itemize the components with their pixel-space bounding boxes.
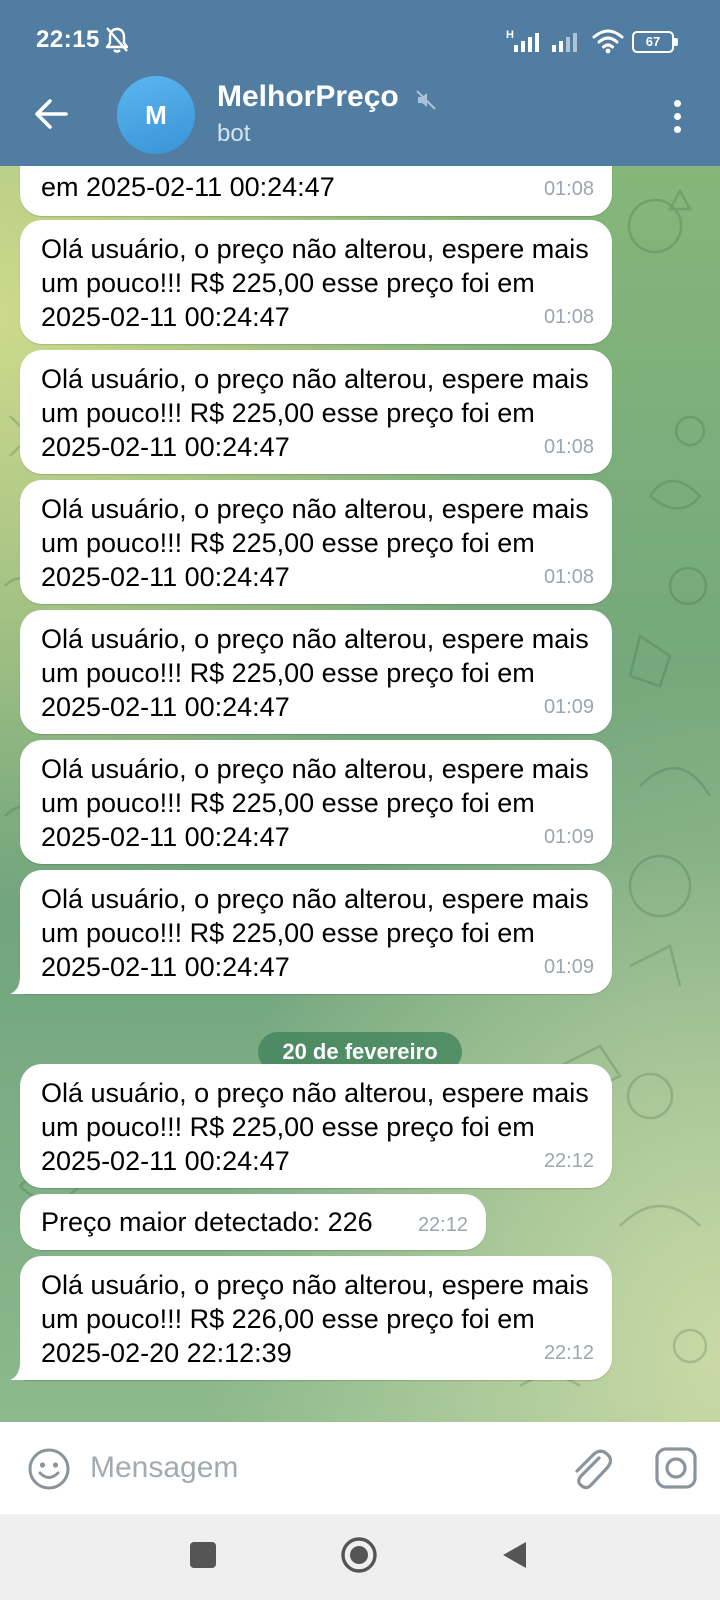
message-bubble[interactable]: em 2025-02-11 00:24:47 01:08: [20, 166, 612, 216]
bubble-tail: [10, 1362, 26, 1380]
message-bubble[interactable]: Olá usuário, o preço não alterou, espere…: [20, 1064, 612, 1188]
message-time: 01:08: [543, 566, 594, 588]
back-icon[interactable]: [500, 1540, 528, 1570]
message-bubble[interactable]: Olá usuário, o preço não alterou, espere…: [20, 220, 612, 344]
attach-icon[interactable]: [566, 1444, 612, 1494]
message-time: 01:09: [543, 826, 594, 848]
camera-icon[interactable]: [654, 1446, 698, 1490]
chat-subtitle: bot: [217, 120, 251, 147]
message-composer: [0, 1422, 720, 1514]
message-text: Olá usuário, o preço não alterou, espere…: [41, 884, 589, 982]
message-time: 01:09: [543, 696, 594, 718]
message-text: Olá usuário, o preço não alterou, espere…: [41, 754, 589, 852]
message-text: Olá usuário, o preço não alterou, espere…: [41, 364, 589, 462]
message-list[interactable]: em 2025-02-11 00:24:47 01:08 Olá usuário…: [0, 166, 720, 1422]
message-time: 01:08: [543, 436, 594, 458]
message-text: Olá usuário, o preço não alterou, espere…: [41, 1270, 589, 1368]
back-arrow-icon[interactable]: [30, 92, 74, 136]
message-time: 22:12: [543, 1150, 594, 1172]
message-text: Olá usuário, o preço não alterou, espere…: [41, 624, 589, 722]
recents-icon[interactable]: [190, 1542, 216, 1568]
emoji-icon[interactable]: [26, 1446, 72, 1492]
message-bubble[interactable]: Olá usuário, o preço não alterou, espere…: [10, 870, 612, 994]
signal-icon: H: [506, 29, 539, 52]
message-text: Olá usuário, o preço não alterou, espere…: [41, 234, 589, 332]
message-time: 22:12: [417, 1214, 468, 1236]
system-nav-bar: [0, 1514, 720, 1600]
chat-header: 22:15 H 67 M MelhorPreço bot: [0, 0, 720, 166]
status-bar: 22:15 H 67: [0, 0, 720, 80]
message-text: em 2025-02-11 00:24:47: [41, 172, 335, 202]
message-time: 22:12: [543, 1342, 594, 1364]
message-bubble[interactable]: Olá usuário, o preço não alterou, espere…: [20, 480, 612, 604]
wifi-icon: [592, 29, 624, 54]
message-time: 01:08: [543, 178, 594, 200]
battery-level: 67: [632, 31, 674, 53]
bell-off-icon: [105, 27, 129, 53]
signal-icon: [552, 33, 577, 52]
more-vert-icon[interactable]: [658, 94, 694, 138]
avatar[interactable]: M: [117, 76, 195, 154]
message-bubble[interactable]: Olá usuário, o preço não alterou, espere…: [20, 350, 612, 474]
status-time: 22:15: [36, 26, 100, 53]
message-bubble[interactable]: Preço maior detectado: 226 22:12: [20, 1194, 486, 1250]
chat-title[interactable]: MelhorPreço: [217, 80, 399, 114]
network-type-label: H: [506, 29, 514, 41]
message-time: 01:09: [543, 956, 594, 978]
battery-icon: 67: [632, 31, 678, 53]
message-bubble[interactable]: Olá usuário, o preço não alterou, espere…: [20, 740, 612, 864]
message-text: Preço maior detectado: 226: [41, 1207, 373, 1237]
bubble-tail: [10, 976, 26, 994]
message-bubble[interactable]: Olá usuário, o preço não alterou, espere…: [10, 1256, 612, 1380]
message-text: Olá usuário, o preço não alterou, espere…: [41, 1078, 589, 1176]
mute-icon: [416, 90, 436, 110]
home-icon[interactable]: [340, 1536, 378, 1574]
message-text: Olá usuário, o preço não alterou, espere…: [41, 494, 589, 592]
message-input[interactable]: [90, 1444, 530, 1492]
app-bar: M MelhorPreço bot: [0, 74, 720, 166]
message-time: 01:08: [543, 306, 594, 328]
message-bubble[interactable]: Olá usuário, o preço não alterou, espere…: [20, 610, 612, 734]
battery-tip: [674, 38, 678, 46]
